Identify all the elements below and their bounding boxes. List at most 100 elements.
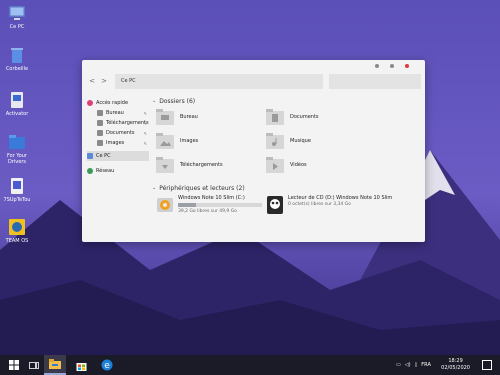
sidebar-item-label: Téléchargements (106, 120, 149, 126)
drive-free-space: 39,2 Go libres sur 49,9 Go (178, 209, 237, 214)
activator-icon (11, 92, 23, 108)
images-folder-icon (97, 140, 103, 146)
folders-grid: Bureau Documents Images Musique Téléchar… (152, 106, 422, 180)
desktop-folder-icon (97, 110, 103, 116)
sidebar-item-label: Ce PC (96, 153, 111, 159)
desktop-icon-corbeille[interactable]: Corbeille (2, 46, 32, 72)
drive-c[interactable]: Windows Note 10 Slim (C:) 39,2 Go libres… (156, 195, 274, 217)
task-view-icon (29, 361, 39, 369)
sidebar-item-label: Réseau (96, 168, 115, 174)
navigation-pane: Accès rapide Bureau ✎ Téléchargements ✎ … (87, 98, 149, 176)
folder-videos[interactable]: Vidéos (266, 156, 396, 174)
maximize-button[interactable] (390, 64, 394, 68)
file-explorer-icon (49, 359, 61, 369)
desktop-icon-drivers[interactable]: For Your Drivers (2, 133, 32, 165)
svg-text:e: e (104, 361, 110, 371)
chevron-down-icon: ⌄ (152, 98, 157, 104)
tray-battery-icon[interactable]: ▯ (415, 362, 418, 368)
recycle-bin-icon (11, 48, 23, 63)
desktop-icon-ce-pc[interactable]: Ce PC (2, 4, 32, 30)
taskbar: e ▭ ◁) ▯ FRA 18:29 02/05/2020 (0, 355, 500, 375)
clock[interactable]: 18:29 02/05/2020 (441, 358, 470, 372)
documents-folder-icon (97, 130, 103, 136)
team-os-icon (9, 219, 25, 235)
pc-icon (87, 153, 93, 159)
drives-grid: Windows Note 10 Slim (C:) 39,2 Go libres… (152, 193, 422, 219)
desktop-icon-label: Activator (5, 111, 29, 117)
drive-free-space: 0 octet(s) libres sur 3,34 Go (288, 202, 351, 207)
address-bar[interactable]: Ce PC (115, 74, 323, 89)
pin-icon: ✎ (143, 110, 147, 116)
windows-start-icon (9, 360, 19, 370)
tray-network-icon[interactable]: ▭ (396, 362, 401, 368)
folders-section-header[interactable]: ⌄ Dossiers (6) (152, 96, 422, 106)
desktop-icon-label: For Your Drivers (6, 153, 28, 165)
close-button[interactable] (405, 64, 409, 68)
sidebar-item-label: Accès rapide (96, 100, 129, 106)
search-box[interactable] (329, 74, 421, 89)
sidebar-item-quick-access[interactable]: Accès rapide (87, 98, 149, 108)
folder-label: Vidéos (290, 162, 307, 168)
sidebar-item-documents[interactable]: Documents ✎ (87, 128, 149, 138)
desktop-icon-label: Corbeille (5, 66, 29, 72)
music-folder-icon (266, 133, 284, 149)
sidebar-item-reseau[interactable]: Réseau (87, 166, 149, 176)
back-button[interactable]: < (86, 75, 98, 87)
folder-label: Bureau (180, 114, 198, 120)
desktop-icon-activator[interactable]: Activator (2, 91, 32, 117)
folder-label: Documents (290, 114, 319, 120)
tray-volume-icon[interactable]: ◁) (405, 362, 411, 368)
desktop-icon-team-os[interactable]: TEAM OS (2, 218, 32, 244)
edge-icon: e (101, 359, 113, 371)
sidebar-item-ce-pc[interactable]: Ce PC (87, 151, 149, 161)
download-folder-icon (97, 120, 103, 126)
desktop-folder-icon (156, 109, 174, 125)
section-title: Dossiers (6) (159, 97, 196, 105)
section-title: Périphériques et lecteurs (2) (159, 184, 245, 192)
folder-documents[interactable]: Documents (266, 108, 396, 126)
clock-time: 18:29 (448, 358, 463, 364)
content-pane: ⌄ Dossiers (6) Bureau Documents Images M… (152, 96, 422, 219)
app-icon (11, 178, 23, 194)
sidebar-item-label: Documents (106, 130, 135, 136)
sidebar-item-images[interactable]: Images ✎ (87, 138, 149, 148)
forward-button[interactable]: > (98, 75, 110, 87)
sidebar-item-label: Images (106, 140, 125, 146)
documents-folder-icon (266, 109, 284, 125)
file-explorer-taskbar-button[interactable] (44, 355, 66, 375)
sidebar-item-bureau[interactable]: Bureau ✎ (87, 108, 149, 118)
computer-icon (9, 6, 25, 20)
devices-section-header[interactable]: ⌄ Périphériques et lecteurs (2) (152, 183, 422, 193)
sidebar-item-telechargements[interactable]: Téléchargements ✎ (87, 118, 149, 128)
notification-icon[interactable] (482, 360, 492, 370)
task-view-button[interactable] (23, 355, 45, 375)
images-folder-icon (156, 133, 174, 149)
system-tray: ▭ ◁) ▯ FRA (396, 355, 431, 375)
folder-musique[interactable]: Musique (266, 132, 396, 150)
folder-label: Images (180, 138, 199, 144)
videos-folder-icon (266, 157, 284, 173)
drivers-folder-icon (9, 135, 25, 149)
desktop-icon-7suptetou[interactable]: 7SUpTeTou (2, 177, 32, 203)
language-indicator[interactable]: FRA (421, 362, 431, 368)
drive-name: Lecteur de CD (D:) Windows Note 10 Slim (288, 195, 393, 201)
sidebar-item-label: Bureau (106, 110, 124, 116)
drive-d[interactable]: Lecteur de CD (D:) Windows Note 10 Slim … (266, 195, 416, 217)
downloads-folder-icon (156, 157, 174, 173)
cd-drive-icon (267, 196, 283, 214)
star-icon (87, 100, 93, 106)
title-bar (82, 60, 425, 72)
desktop-icon-label: Ce PC (9, 24, 25, 30)
edge-taskbar-button[interactable]: e (96, 355, 118, 375)
pin-icon: ✎ (143, 120, 147, 126)
folder-label: Téléchargements (180, 162, 223, 168)
back-arrow-icon: < (89, 77, 95, 85)
minimize-button[interactable] (375, 64, 379, 68)
store-taskbar-button[interactable] (70, 355, 92, 375)
start-button[interactable] (3, 355, 25, 375)
address-text: Ce PC (121, 78, 136, 84)
drive-usage-fill (178, 203, 196, 207)
pin-icon: ✎ (143, 130, 147, 136)
hard-drive-icon (157, 198, 173, 212)
drive-usage-bar (178, 203, 262, 207)
